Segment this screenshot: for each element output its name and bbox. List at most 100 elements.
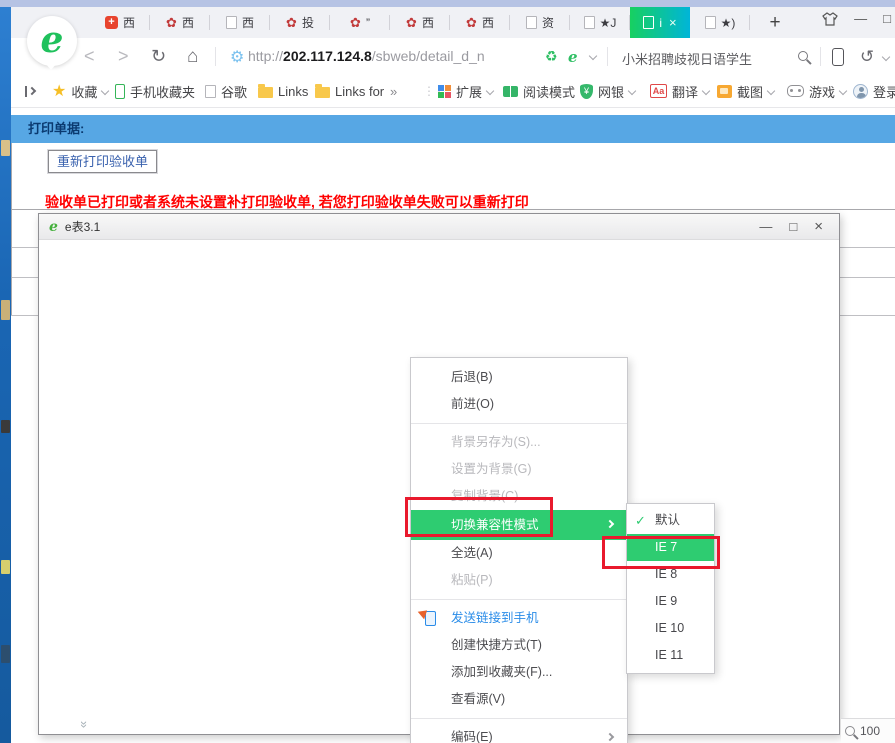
search-icon[interactable] [798, 51, 808, 61]
tab[interactable]: 西 [210, 7, 270, 38]
forward-button[interactable]: > [118, 38, 129, 75]
bookmark-favorites[interactable]: ★收藏 [52, 75, 108, 107]
dialog-maximize-button[interactable]: □ [789, 219, 797, 234]
tab[interactable]: ✿西 [450, 7, 510, 38]
screenshot-button[interactable]: 截图 [717, 75, 774, 107]
maximize-button[interactable]: □ [883, 11, 891, 26]
bookmark-links-folder[interactable]: Links [258, 75, 308, 107]
submenu-arrow-icon [606, 732, 614, 740]
refresh-button[interactable]: ↻ [151, 38, 166, 75]
phone-icon[interactable] [832, 48, 844, 66]
compatibility-mode-icon[interactable]: e [568, 38, 578, 75]
divider [215, 47, 216, 66]
menu-separator [411, 423, 627, 424]
games-button[interactable]: 游戏 [787, 75, 846, 107]
tab-label: 投 [302, 14, 314, 31]
back-button[interactable]: < [84, 38, 95, 75]
browser-logo-e-icon: e [41, 22, 64, 58]
url-field[interactable]: http://202.117.124.8/sbweb/detail_d_n [248, 48, 485, 64]
double-chevron-down-icon[interactable]: » [77, 721, 92, 728]
menu-item-copy-background: 复制背景(C) [411, 483, 627, 510]
tab-label: ★J [600, 16, 617, 30]
screenshot-icon [717, 85, 732, 98]
tab[interactable]: +西 [90, 7, 150, 38]
menu-item-encoding[interactable]: 编码(E) [411, 724, 627, 743]
screen: +西 ✿西 西 ✿投 ✿” ✿西 ✿西 资 ★J i× ★) + — □ e <… [0, 0, 895, 743]
warning-text: 验收单已打印或者系统未设置补打印验收单, 若您打印验收单失败可以重新打印 [45, 192, 529, 212]
tab[interactable]: ★) [690, 7, 750, 38]
search-input[interactable]: 小米招聘歧视日语学生 [622, 49, 752, 68]
chevron-right-icon [28, 87, 36, 95]
home-button[interactable]: ⌂ [187, 38, 198, 75]
menu-item-send-link-to-phone[interactable]: 发送链接到手机 [411, 605, 627, 632]
desktop-icon [1, 140, 10, 156]
dialog-minimize-button[interactable]: — [759, 219, 772, 234]
close-tab-icon[interactable]: × [669, 15, 677, 30]
tab[interactable]: ★J [570, 7, 630, 38]
menu-item-select-all[interactable]: 全选(A) [411, 540, 627, 567]
submenu-item-ie10[interactable]: IE 10 [627, 615, 714, 642]
browser-logo[interactable]: e [27, 16, 77, 66]
context-menu: 后退(B) 前进(O) 背景另存为(S)... 设置为背景(G) 复制背景(C)… [410, 357, 628, 743]
bookmark-google[interactable]: 谷歌 [205, 75, 247, 107]
extensions-button[interactable]: 扩展 [438, 75, 493, 107]
tab[interactable]: ✿西 [390, 7, 450, 38]
reprint-receipt-button[interactable]: 重新打印验收单 [48, 150, 157, 173]
submenu-item-ie8[interactable]: IE 8 [627, 561, 714, 588]
minimize-button[interactable]: — [854, 11, 867, 26]
menu-item-view-source[interactable]: 查看源(V) [411, 686, 627, 713]
folder-icon [315, 87, 330, 98]
chevron-down-icon[interactable] [882, 53, 890, 61]
reading-mode-button[interactable]: 阅读模式 [503, 75, 575, 107]
menu-separator [411, 718, 627, 719]
dialog-titlebar[interactable]: e e表3.1 — □ × [39, 214, 839, 240]
submenu-item-ie9[interactable]: IE 9 [627, 588, 714, 615]
status-bar: 100 [841, 718, 895, 743]
submenu-item-ie11[interactable]: IE 11 [627, 642, 714, 669]
page-icon [205, 85, 216, 98]
tab-active[interactable]: i× [630, 7, 690, 38]
gamepad-icon [787, 85, 804, 97]
online-banking-button[interactable]: ¥网银 [580, 75, 635, 107]
chevron-down-icon[interactable] [589, 52, 597, 60]
no-trace-icon[interactable]: ♻ [545, 38, 558, 75]
theme-skin-icon[interactable] [822, 12, 838, 26]
tab[interactable]: ✿投 [270, 7, 330, 38]
folder-icon [258, 87, 273, 98]
tab[interactable]: ✿西 [150, 7, 210, 38]
menu-item-save-background: 背景另存为(S)... [411, 429, 627, 456]
site-gear-icon[interactable]: ⚙ [230, 38, 244, 75]
menu-item-switch-compatibility-mode[interactable]: 切换兼容性模式 [411, 510, 627, 540]
tab-label: 西 [123, 14, 135, 31]
zoom-icon[interactable] [845, 726, 855, 736]
extensions-icon [438, 85, 451, 98]
tab[interactable]: 资 [510, 7, 570, 38]
submenu-arrow-icon [606, 520, 614, 528]
menu-item-paste: 粘贴(P) [411, 567, 627, 594]
page-favicon-icon [643, 16, 654, 29]
bookmark-links-for-folder[interactable]: Links for [315, 75, 384, 107]
menu-item-add-to-favorites[interactable]: 添加到收藏夹(F)... [411, 659, 627, 686]
sidebar-toggle[interactable] [25, 75, 35, 107]
window-top-edge [0, 0, 895, 7]
table-border [11, 143, 12, 315]
mobile-phone-icon [115, 84, 125, 99]
send-to-phone-icon [425, 611, 436, 626]
tab[interactable]: ✿” [330, 7, 390, 38]
dialog-title: e表3.1 [65, 218, 752, 235]
divider [820, 47, 821, 66]
bookmark-mobile-favorites[interactable]: 手机收藏夹 [115, 75, 195, 107]
submenu-item-default[interactable]: ✓默认 [627, 507, 714, 534]
menu-item-forward[interactable]: 前进(O) [411, 391, 627, 418]
new-tab-button[interactable]: + [762, 10, 788, 36]
tab-label: 西 [422, 14, 434, 31]
undo-icon[interactable]: ↺ [860, 38, 874, 75]
translate-button[interactable]: Aa翻译 [650, 75, 709, 107]
bookmarks-overflow[interactable]: » [390, 75, 397, 107]
submenu-item-ie7[interactable]: IE 7 [627, 534, 714, 561]
menu-item-back[interactable]: 后退(B) [411, 364, 627, 391]
menu-item-create-shortcut[interactable]: 创建快捷方式(T) [411, 632, 627, 659]
login-button[interactable]: 登录 [853, 75, 895, 107]
desktop-icon [1, 560, 10, 574]
dialog-close-button[interactable]: × [814, 218, 823, 235]
